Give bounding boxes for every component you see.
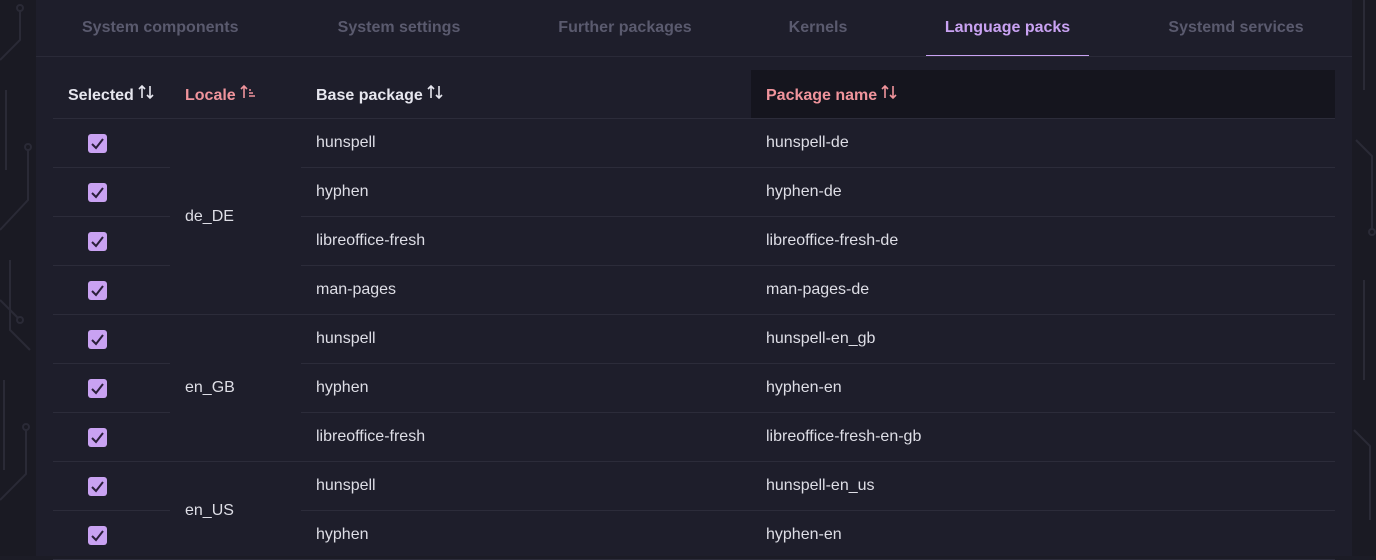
- header-locale-label: Locale: [185, 86, 236, 104]
- select-checkbox[interactable]: [88, 476, 107, 496]
- header-selected-label: Selected: [68, 86, 134, 104]
- package-name-cell: hunspell-en_gb: [751, 314, 1335, 364]
- tab-further-packages[interactable]: Further packages: [556, 0, 694, 55]
- base-package-cell: hunspell: [301, 118, 751, 168]
- checkmark-icon: [91, 235, 104, 248]
- tab-system-settings[interactable]: System settings: [336, 0, 462, 55]
- package-name-cell: hyphen-en: [751, 363, 1335, 413]
- select-checkbox[interactable]: [88, 182, 107, 202]
- package-name-cell: libreoffice-fresh-en-gb: [751, 412, 1335, 462]
- select-checkbox[interactable]: [88, 280, 107, 300]
- table-header-row: Selected Locale Base package Package nam…: [53, 70, 1335, 119]
- tab-system-components[interactable]: System components: [82, 0, 238, 55]
- checkmark-icon: [91, 137, 104, 150]
- language-packs-table: Selected Locale Base package Package nam…: [53, 70, 1335, 560]
- select-checkbox[interactable]: [88, 427, 107, 447]
- package-name-cell: man-pages-de: [751, 265, 1335, 315]
- base-package-cell: man-pages: [301, 265, 751, 315]
- select-checkbox[interactable]: [88, 133, 107, 153]
- selected-cell: [53, 363, 170, 413]
- table-row: en_GB hunspell hunspell-en_gb: [53, 314, 1335, 462]
- select-checkbox[interactable]: [88, 525, 107, 545]
- header-locale[interactable]: Locale: [170, 70, 301, 119]
- sort-ascending-icon[interactable]: [240, 84, 256, 104]
- locale-cell: de_DE: [170, 118, 301, 315]
- header-package-name-label: Package name: [766, 86, 878, 104]
- header-selected[interactable]: Selected: [53, 70, 170, 119]
- language-packs-panel: System components System settings Furthe…: [36, 0, 1352, 560]
- selected-cell: [53, 265, 170, 315]
- selected-cell: [53, 216, 170, 266]
- base-package-cell: hyphen: [301, 363, 751, 413]
- table-body: de_DE hunspell hunspell-de hyphen hyphen-de l…: [53, 118, 1335, 560]
- base-package-cell: hyphen: [301, 510, 751, 560]
- package-name-cell: libreoffice-fresh-de: [751, 216, 1335, 266]
- header-base-package[interactable]: Base package: [301, 70, 751, 119]
- checkmark-icon: [91, 480, 104, 493]
- tab-systemd-services[interactable]: Systemd services: [1166, 0, 1306, 55]
- package-name-cell: hyphen-en: [751, 510, 1335, 560]
- selected-cell: [53, 510, 170, 560]
- checkmark-icon: [91, 186, 104, 199]
- base-package-cell: hunspell: [301, 461, 751, 511]
- table-row: de_DE hunspell hunspell-de: [53, 118, 1335, 315]
- package-name-cell: hunspell-de: [751, 118, 1335, 168]
- sort-both-icon[interactable]: [138, 84, 154, 104]
- selected-cell: [53, 412, 170, 462]
- base-package-cell: hyphen: [301, 167, 751, 217]
- table-row: en_US hunspell hunspell-en_us: [53, 461, 1335, 560]
- select-checkbox[interactable]: [88, 378, 107, 398]
- checkmark-icon: [91, 333, 104, 346]
- locale-cell: en_GB: [170, 314, 301, 462]
- selected-cell: [53, 461, 170, 511]
- tab-language-packs[interactable]: Language packs: [926, 0, 1089, 56]
- select-checkbox[interactable]: [88, 231, 107, 251]
- selected-cell: [53, 314, 170, 364]
- checkmark-icon: [91, 382, 104, 395]
- package-name-cell: hunspell-en_us: [751, 461, 1335, 511]
- package-name-cell: hyphen-de: [751, 167, 1335, 217]
- category-tabs: System components System settings Furthe…: [36, 0, 1352, 57]
- locale-cell: en_US: [170, 461, 301, 560]
- sort-both-icon[interactable]: [881, 84, 897, 104]
- base-package-cell: libreoffice-fresh: [301, 412, 751, 462]
- circuit-background-left: [0, 0, 36, 556]
- checkmark-icon: [91, 284, 104, 297]
- base-package-cell: hunspell: [301, 314, 751, 364]
- base-package-cell: libreoffice-fresh: [301, 216, 751, 266]
- select-checkbox[interactable]: [88, 329, 107, 349]
- selected-cell: [53, 167, 170, 217]
- header-package-name[interactable]: Package name: [751, 70, 1335, 119]
- header-base-package-label: Base package: [316, 86, 423, 104]
- checkmark-icon: [91, 431, 104, 444]
- circuit-background-right: [1352, 0, 1376, 556]
- selected-cell: [53, 118, 170, 168]
- checkmark-icon: [91, 529, 104, 542]
- tab-kernels[interactable]: Kernels: [788, 0, 848, 55]
- sort-both-icon[interactable]: [427, 84, 443, 104]
